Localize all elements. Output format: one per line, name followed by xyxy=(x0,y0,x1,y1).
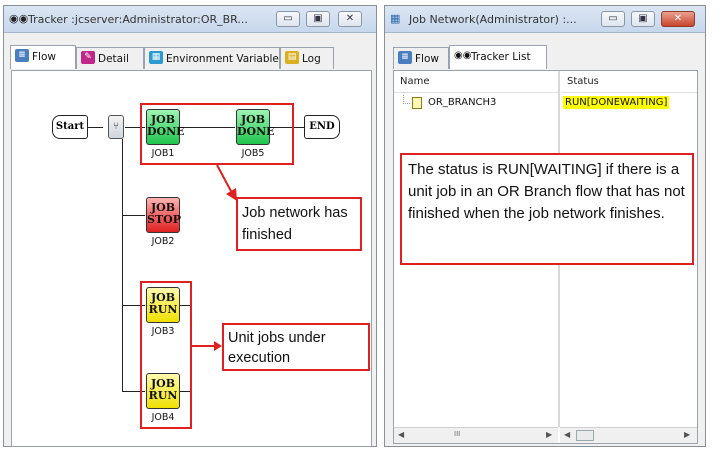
job-network-window: ▦ Job Network(Administrator) :... ▭ ▣ ✕ … xyxy=(384,5,706,447)
maximize-icon: ▣ xyxy=(313,13,323,24)
status-explanation-callout: The status is RUN[WAITING] if there is a… xyxy=(400,153,694,265)
maximize-button[interactable]: ▣ xyxy=(631,11,655,27)
tracker-binoculars-icon: ◉◉ xyxy=(454,50,472,61)
tab-label: Flow xyxy=(415,53,439,65)
minimize-button[interactable]: ▭ xyxy=(601,11,625,27)
tracker-title-bar[interactable]: ◉◉ Tracker :jcserver:Administrator:OR_BR… xyxy=(4,6,376,33)
horizontal-scrollbar-name[interactable]: ◀ III ▶ xyxy=(394,427,558,443)
tab-label: Log xyxy=(302,53,321,65)
scroll-left-icon[interactable]: ◀ xyxy=(564,430,570,439)
tab-tracker-list[interactable]: ◉◉ Tracker List xyxy=(449,45,547,69)
log-icon: ▤ xyxy=(285,51,299,64)
close-icon: ✕ xyxy=(673,13,683,24)
finished-callout: Job network has finished xyxy=(236,197,362,251)
row-status: RUN[DONEWAITING] xyxy=(563,96,670,109)
callout-arrows xyxy=(192,164,237,351)
tab-environment-variable[interactable]: ▦ Environment Variable xyxy=(144,47,280,69)
tab-log[interactable]: ▤ Log xyxy=(280,47,334,69)
flow-canvas[interactable]: Start END ⑂ JOB DONE JOB1 JOB DONE JOB5 JO… xyxy=(11,70,372,447)
flow-icon: ≡ xyxy=(398,51,412,64)
tracker-window-title: Tracker :jcserver:Administrator:OR_BR... xyxy=(28,13,248,26)
detail-icon: ✎ xyxy=(81,51,95,64)
tab-label: Environment Variable xyxy=(166,53,279,65)
maximize-icon: ▣ xyxy=(638,13,648,24)
tab-label: Flow xyxy=(32,51,56,63)
job-network-icon: ▦ xyxy=(390,12,401,25)
minimize-icon: ▭ xyxy=(608,13,618,24)
minimize-icon: ▭ xyxy=(283,13,293,24)
tab-flow[interactable]: ≡ Flow xyxy=(393,47,449,69)
tab-label: Detail xyxy=(98,53,129,65)
scroll-grip[interactable]: III xyxy=(454,430,460,438)
tab-flow[interactable]: ≡ Flow xyxy=(10,45,76,69)
running-callout: Unit jobs under execution xyxy=(222,323,370,371)
table-row[interactable]: OR_BRANCH3 RUN[DONEWAITING] xyxy=(394,95,694,113)
job-network-file-icon xyxy=(412,97,422,109)
flow-icon: ≡ xyxy=(15,49,29,62)
job-network-title-bar[interactable]: ▦ Job Network(Administrator) :... ▭ ▣ ✕ xyxy=(385,6,705,33)
tab-label: Tracker List xyxy=(471,51,531,63)
job-network-window-title: Job Network(Administrator) :... xyxy=(409,13,577,26)
env-icon: ▦ xyxy=(149,51,163,64)
arrow-head-icon xyxy=(214,341,222,351)
close-icon: ✕ xyxy=(345,13,355,24)
column-header-name[interactable]: Name xyxy=(394,71,559,93)
scroll-right-icon[interactable]: ▶ xyxy=(684,430,690,439)
scroll-right-icon[interactable]: ▶ xyxy=(546,430,552,439)
minimize-button[interactable]: ▭ xyxy=(276,11,300,27)
horizontal-scrollbar-status[interactable]: ◀ ▶ xyxy=(560,427,697,443)
scroll-thumb[interactable] xyxy=(576,430,594,441)
tree-line xyxy=(403,95,410,104)
close-button[interactable]: ✕ xyxy=(661,11,695,27)
maximize-button[interactable]: ▣ xyxy=(306,11,330,27)
tracker-window: ◉◉ Tracker :jcserver:Administrator:OR_BR… xyxy=(3,5,377,447)
tab-detail[interactable]: ✎ Detail xyxy=(76,47,144,69)
scroll-left-icon[interactable]: ◀ xyxy=(398,430,404,439)
tracker-list[interactable]: Name Status OR_BRANCH3 RUN[DONEWAITING] … xyxy=(393,70,698,444)
column-header-status[interactable]: Status xyxy=(561,71,697,93)
row-name: OR_BRANCH3 xyxy=(428,97,497,108)
tracker-binoculars-icon: ◉◉ xyxy=(9,12,29,25)
close-button[interactable]: ✕ xyxy=(338,11,362,27)
